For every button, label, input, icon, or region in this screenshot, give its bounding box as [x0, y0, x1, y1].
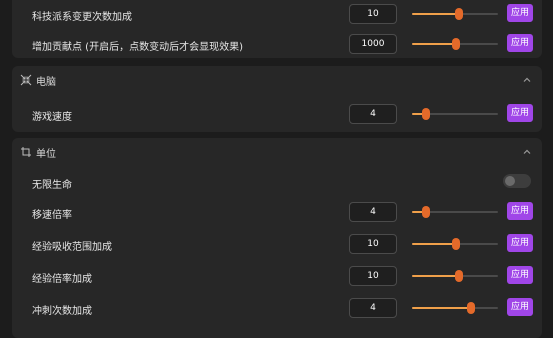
setting-row-contribution-points: 增加贡献点 (开启后，点数变动后才会显现效果) 1000 应用 — [12, 32, 542, 56]
section-computer: 电脑 游戏速度 4 应用 — [12, 66, 542, 132]
setting-label: 移速倍率 — [32, 210, 72, 221]
value-input[interactable]: 1000 — [349, 34, 397, 54]
slider-thumb[interactable] — [421, 206, 430, 218]
value-slider[interactable] — [412, 206, 498, 218]
chevron-up-icon[interactable] — [522, 147, 532, 157]
setting-row-game-speed: 游戏速度 4 应用 — [12, 102, 542, 126]
slider-thumb[interactable] — [451, 238, 460, 250]
slider-thumb[interactable] — [421, 108, 430, 120]
setting-label: 冲刺次数加成 — [32, 306, 92, 317]
crop-icon — [21, 147, 31, 157]
settings-card-top: 科技派系变更次数加成 10 应用 增加贡献点 (开启后，点数变动后才会显现效果)… — [12, 0, 542, 58]
apply-button[interactable]: 应用 — [507, 104, 533, 122]
value-input[interactable]: 10 — [349, 266, 397, 286]
apply-button[interactable]: 应用 — [507, 266, 533, 284]
apply-button[interactable]: 应用 — [507, 298, 533, 316]
setting-label: 科技派系变更次数加成 — [32, 12, 132, 23]
setting-row-exp-multiplier: 经验倍率加成 10 应用 — [12, 264, 542, 288]
setting-label: 增加贡献点 (开启后，点数变动后才会显现效果) — [32, 42, 243, 53]
slider-thumb[interactable] — [455, 270, 464, 282]
setting-row-tech-faction: 科技派系变更次数加成 10 应用 — [12, 2, 542, 26]
section-title: 单位 — [36, 149, 56, 160]
section-unit: 单位 无限生命 移速倍率 4 应用 经验吸收范围加成 10 应用 经验倍率加成 — [12, 138, 542, 338]
value-input[interactable]: 10 — [349, 234, 397, 254]
section-header-computer[interactable]: 电脑 — [12, 66, 542, 94]
value-slider[interactable] — [412, 38, 498, 50]
toggle-knob — [505, 176, 515, 186]
value-slider[interactable] — [412, 108, 498, 120]
compress-arrows-icon — [20, 74, 32, 86]
setting-row-dash-count: 冲刺次数加成 4 应用 — [12, 296, 542, 320]
value-input[interactable]: 4 — [349, 202, 397, 222]
apply-button[interactable]: 应用 — [507, 4, 533, 22]
slider-fill — [412, 43, 456, 45]
setting-label: 游戏速度 — [32, 112, 72, 123]
value-slider[interactable] — [412, 270, 498, 282]
value-input[interactable]: 4 — [349, 104, 397, 124]
slider-fill — [412, 275, 460, 277]
setting-label: 无限生命 — [32, 180, 72, 191]
setting-row-infinite-life: 无限生命 — [12, 170, 542, 194]
slider-fill — [412, 13, 460, 15]
section-header-unit[interactable]: 单位 — [12, 138, 542, 166]
setting-label: 经验倍率加成 — [32, 274, 92, 285]
setting-row-move-speed: 移速倍率 4 应用 — [12, 200, 542, 224]
apply-button[interactable]: 应用 — [507, 234, 533, 252]
slider-fill — [412, 243, 456, 245]
infinite-life-toggle[interactable] — [503, 174, 531, 188]
slider-thumb[interactable] — [467, 302, 476, 314]
value-slider[interactable] — [412, 238, 498, 250]
value-input[interactable]: 10 — [349, 4, 397, 24]
value-slider[interactable] — [412, 302, 498, 314]
value-slider[interactable] — [412, 8, 498, 20]
slider-fill — [412, 307, 472, 309]
setting-label: 经验吸收范围加成 — [32, 242, 112, 253]
apply-button[interactable]: 应用 — [507, 202, 533, 220]
section-title: 电脑 — [36, 77, 56, 88]
slider-thumb[interactable] — [451, 38, 460, 50]
chevron-up-icon[interactable] — [522, 75, 532, 85]
value-input[interactable]: 4 — [349, 298, 397, 318]
slider-thumb[interactable] — [455, 8, 464, 20]
apply-button[interactable]: 应用 — [507, 34, 533, 52]
setting-row-exp-range: 经验吸收范围加成 10 应用 — [12, 232, 542, 256]
